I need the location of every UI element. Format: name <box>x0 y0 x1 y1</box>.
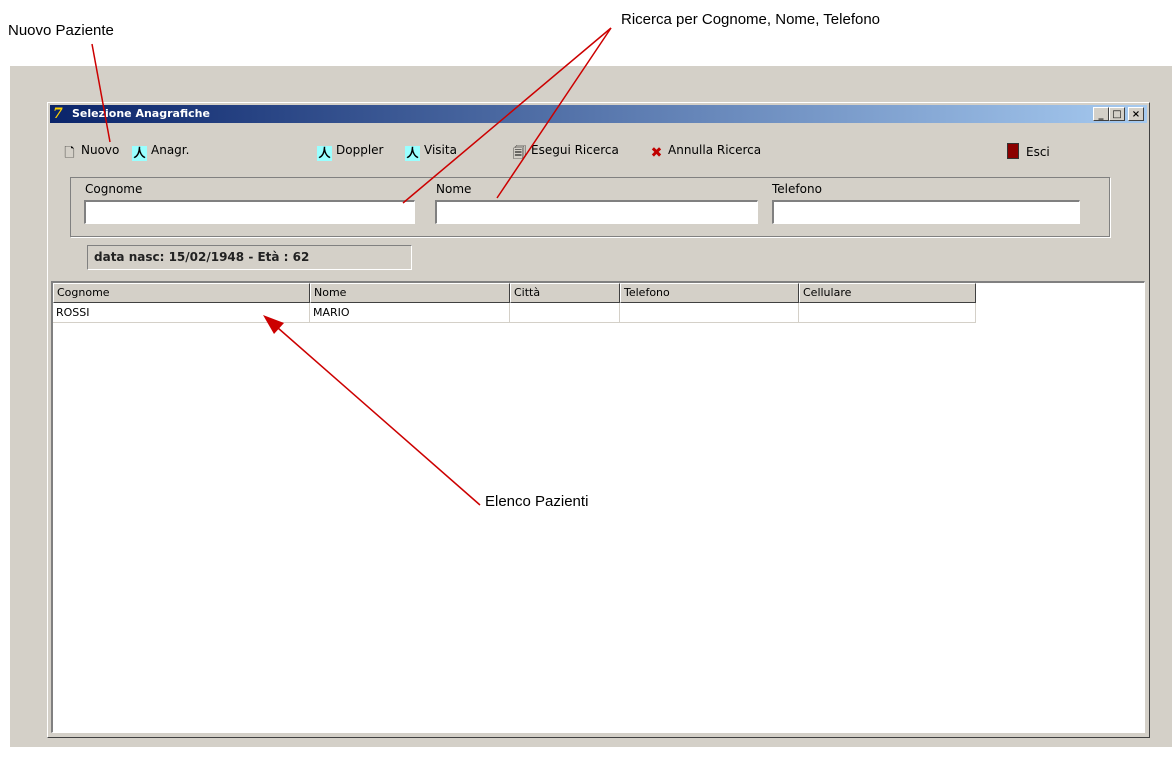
window-title: Selezione Anagrafiche <box>72 107 210 120</box>
cell-cellulare[interactable] <box>799 303 976 323</box>
app-icon: 7 <box>53 106 63 122</box>
running-man-icon: ⼈ <box>317 146 332 161</box>
esci-label: Esci <box>1026 145 1050 159</box>
running-man-icon: ⼈ <box>405 146 420 161</box>
visita-button[interactable]: ⼈ Visita <box>405 143 457 161</box>
telefono-label: Telefono <box>772 182 822 196</box>
cell-nome[interactable]: MARIO <box>310 303 510 323</box>
telefono-input[interactable] <box>772 200 1080 224</box>
birth-date-status: data nasc: 15/02/1948 - Età : 62 <box>87 245 412 270</box>
visita-label: Visita <box>424 143 457 157</box>
esegui-ricerca-button[interactable]: 🗐 Esegui Ricerca <box>512 143 619 161</box>
annotation-search: Ricerca per Cognome, Nome, Telefono <box>621 11 881 28</box>
doppler-label: Doppler <box>336 143 384 157</box>
search-document-icon: 🗐 <box>513 146 526 161</box>
column-header-cellulare[interactable]: Cellulare <box>799 283 976 303</box>
patient-table[interactable]: Cognome Nome Città Telefono Cellulare RO… <box>51 281 1145 733</box>
maximize-button[interactable]: □ <box>1109 107 1125 121</box>
column-header-nome[interactable]: Nome <box>310 283 510 303</box>
column-header-citta[interactable]: Città <box>510 283 620 303</box>
selezione-anagrafiche-window: 7 Selezione Anagrafiche _ □ × 🗋 Nuovo ⼈ An… <box>47 102 1150 738</box>
cognome-label: Cognome <box>85 182 143 196</box>
title-bar[interactable]: 7 Selezione Anagrafiche _ □ × <box>50 105 1147 123</box>
annotation-new-patient: Nuovo Paziente <box>8 22 114 39</box>
annotation-patient-list: Elenco Pazienti <box>485 493 589 510</box>
esci-button[interactable]: Esci <box>1007 143 1050 159</box>
cell-citta[interactable] <box>510 303 620 323</box>
cell-telefono[interactable] <box>620 303 799 323</box>
cognome-input[interactable] <box>84 200 415 224</box>
nome-label: Nome <box>436 182 472 196</box>
column-header-cognome[interactable]: Cognome <box>53 283 310 303</box>
anagr-label: Anagr. <box>151 143 190 157</box>
cell-cognome[interactable]: ROSSI <box>53 303 310 323</box>
running-man-icon: ⼈ <box>132 146 147 161</box>
minimize-button[interactable]: _ <box>1093 107 1109 121</box>
annulla-ricerca-button[interactable]: ✖ Annulla Ricerca <box>649 143 762 161</box>
esegui-ricerca-label: Esegui Ricerca <box>531 143 619 157</box>
nome-input[interactable] <box>435 200 758 224</box>
column-header-telefono[interactable]: Telefono <box>620 283 799 303</box>
anagr-button[interactable]: ⼈ Anagr. <box>132 143 189 161</box>
exit-door-icon <box>1007 143 1019 159</box>
red-x-icon: ✖ <box>650 145 663 161</box>
new-document-icon: 🗋 <box>64 146 75 161</box>
close-button[interactable]: × <box>1128 107 1144 121</box>
doppler-button[interactable]: ⼈ Doppler <box>317 143 383 161</box>
annulla-ricerca-label: Annulla Ricerca <box>668 143 762 157</box>
nuovo-label: Nuovo <box>81 143 120 157</box>
nuovo-button[interactable]: 🗋 Nuovo <box>62 143 119 161</box>
